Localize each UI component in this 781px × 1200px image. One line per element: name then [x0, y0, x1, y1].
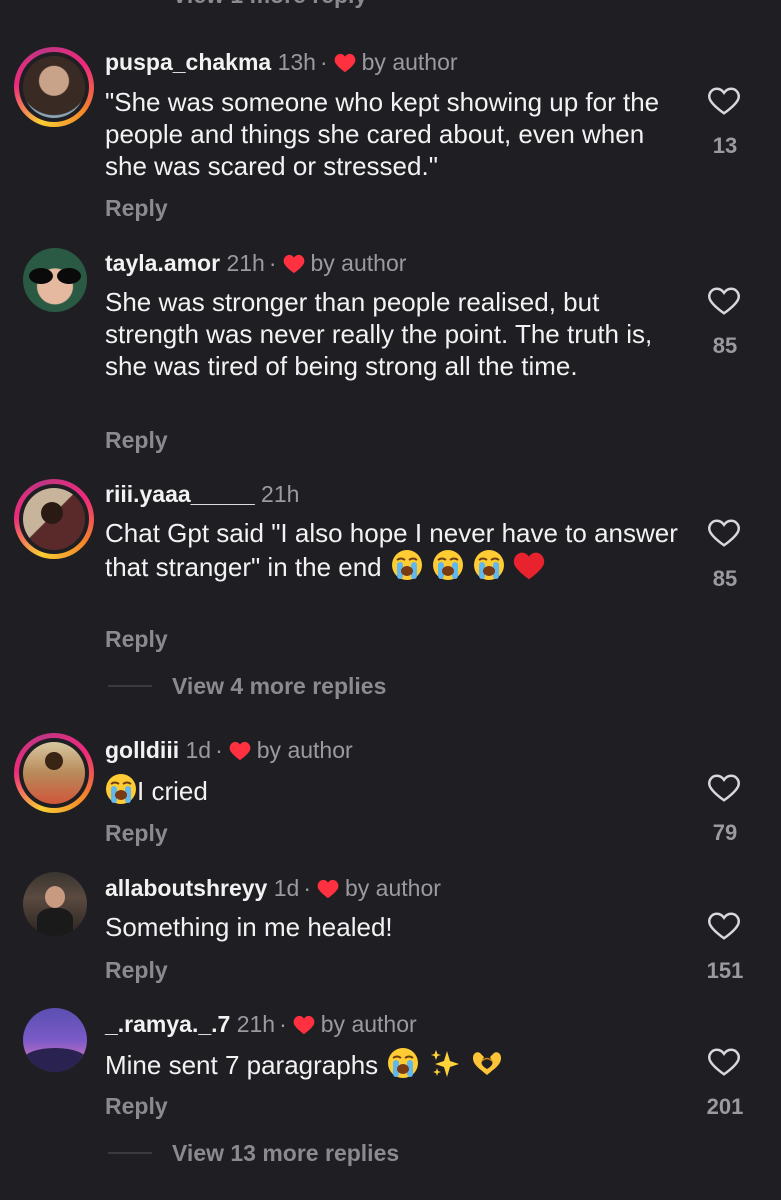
like-count: 151: [706, 958, 744, 983]
like-count: 79: [712, 820, 738, 845]
comment-text: I cried: [105, 773, 675, 807]
avatar[interactable]: [14, 479, 94, 559]
loudly-crying-face-emoji: [388, 1048, 419, 1078]
heart-outline-icon[interactable]: [707, 518, 741, 548]
comment-text: She was stronger than people realised, b…: [105, 287, 653, 381]
view-more-replies-label[interactable]: View 13 more replies: [172, 1140, 399, 1167]
avatar[interactable]: [14, 999, 94, 1079]
author-heart-icon: [229, 741, 251, 761]
reply-button[interactable]: Reply: [105, 1093, 168, 1120]
avatar[interactable]: [14, 863, 94, 943]
liked-by-author: by author: [310, 250, 407, 276]
comment-meta: allaboutshreyy 1d · by author: [105, 875, 441, 901]
reply-button[interactable]: Reply: [105, 195, 168, 222]
reply-button[interactable]: Reply: [105, 427, 168, 454]
author-heart-icon: [293, 1015, 315, 1035]
timestamp: 1d: [273, 875, 300, 901]
username[interactable]: tayla.amor: [105, 250, 220, 276]
avatar[interactable]: [14, 239, 94, 319]
heart-hands-emoji: [472, 1052, 501, 1075]
timestamp: 1d: [185, 737, 212, 763]
username[interactable]: golldiii: [105, 737, 179, 763]
loudly-crying-face-emoji: [391, 550, 422, 580]
avatar[interactable]: [14, 733, 94, 813]
timestamp: 21h: [226, 250, 265, 276]
loudly-crying-face-emoji: [106, 774, 136, 804]
like-count: 13: [712, 133, 738, 158]
loudly-crying-face-emoji: [433, 550, 464, 580]
username[interactable]: puspa_chakma: [105, 49, 271, 75]
author-heart-icon: [334, 53, 355, 73]
avatar[interactable]: [14, 47, 94, 127]
comment-text: Chat Gpt said "I also hope I never have …: [105, 517, 685, 583]
author-heart-icon: [283, 254, 304, 274]
liked-by-author: by author: [345, 875, 441, 901]
comment-text: Something in me healed!: [105, 912, 393, 942]
heart-outline-icon[interactable]: [707, 286, 741, 316]
comment-meta: tayla.amor 21h · by author: [105, 250, 407, 276]
view-more-replies[interactable]: View 13 more replies: [108, 1138, 399, 1168]
reply-button[interactable]: Reply: [105, 626, 168, 653]
timestamp: 21h: [236, 1011, 276, 1037]
timestamp: 21h: [261, 481, 300, 507]
divider-line: [108, 1152, 152, 1154]
reply-button[interactable]: Reply: [105, 820, 168, 847]
liked-by-author: by author: [361, 49, 458, 75]
red-heart-emoji: [513, 552, 544, 580]
username[interactable]: riii.yaaa_____: [105, 481, 255, 507]
author-heart-icon: [317, 879, 339, 899]
comment-meta: _.ramya._.7 21h · by author: [105, 1011, 417, 1037]
view-more-replies-partial[interactable]: View 1 more reply: [172, 0, 367, 9]
loudly-crying-face-emoji: [474, 550, 505, 580]
username[interactable]: _.ramya._.7: [105, 1011, 230, 1037]
comment-text: "She was someone who kept showing up for…: [105, 87, 660, 181]
reply-button[interactable]: Reply: [105, 957, 168, 984]
sparkles-emoji: [430, 1050, 459, 1077]
like-count: 85: [712, 566, 738, 591]
timestamp: 13h: [277, 49, 316, 75]
comment-text-body: Mine sent 7 paragraphs: [105, 1050, 379, 1080]
username[interactable]: allaboutshreyy: [105, 875, 267, 901]
heart-outline-icon[interactable]: [707, 1047, 741, 1077]
liked-by-author: by author: [256, 737, 353, 763]
comment-meta: riii.yaaa_____ 21h: [105, 480, 299, 508]
like-count: 201: [706, 1094, 744, 1119]
like-count: 85: [712, 333, 738, 358]
liked-by-author: by author: [320, 1011, 417, 1037]
comment-meta: puspa_chakma 13h · by author: [105, 49, 458, 75]
view-more-replies-label[interactable]: View 4 more replies: [172, 673, 386, 700]
comment-meta: golldiii 1d · by author: [105, 737, 353, 763]
heart-outline-icon[interactable]: [707, 86, 741, 116]
comment-text: Mine sent 7 paragraphs: [105, 1047, 675, 1081]
heart-outline-icon[interactable]: [707, 773, 741, 803]
heart-outline-icon[interactable]: [707, 911, 741, 941]
divider-line: [108, 685, 152, 687]
view-more-replies[interactable]: View 4 more replies: [108, 671, 386, 701]
comment-text-body: I cried: [137, 776, 208, 806]
